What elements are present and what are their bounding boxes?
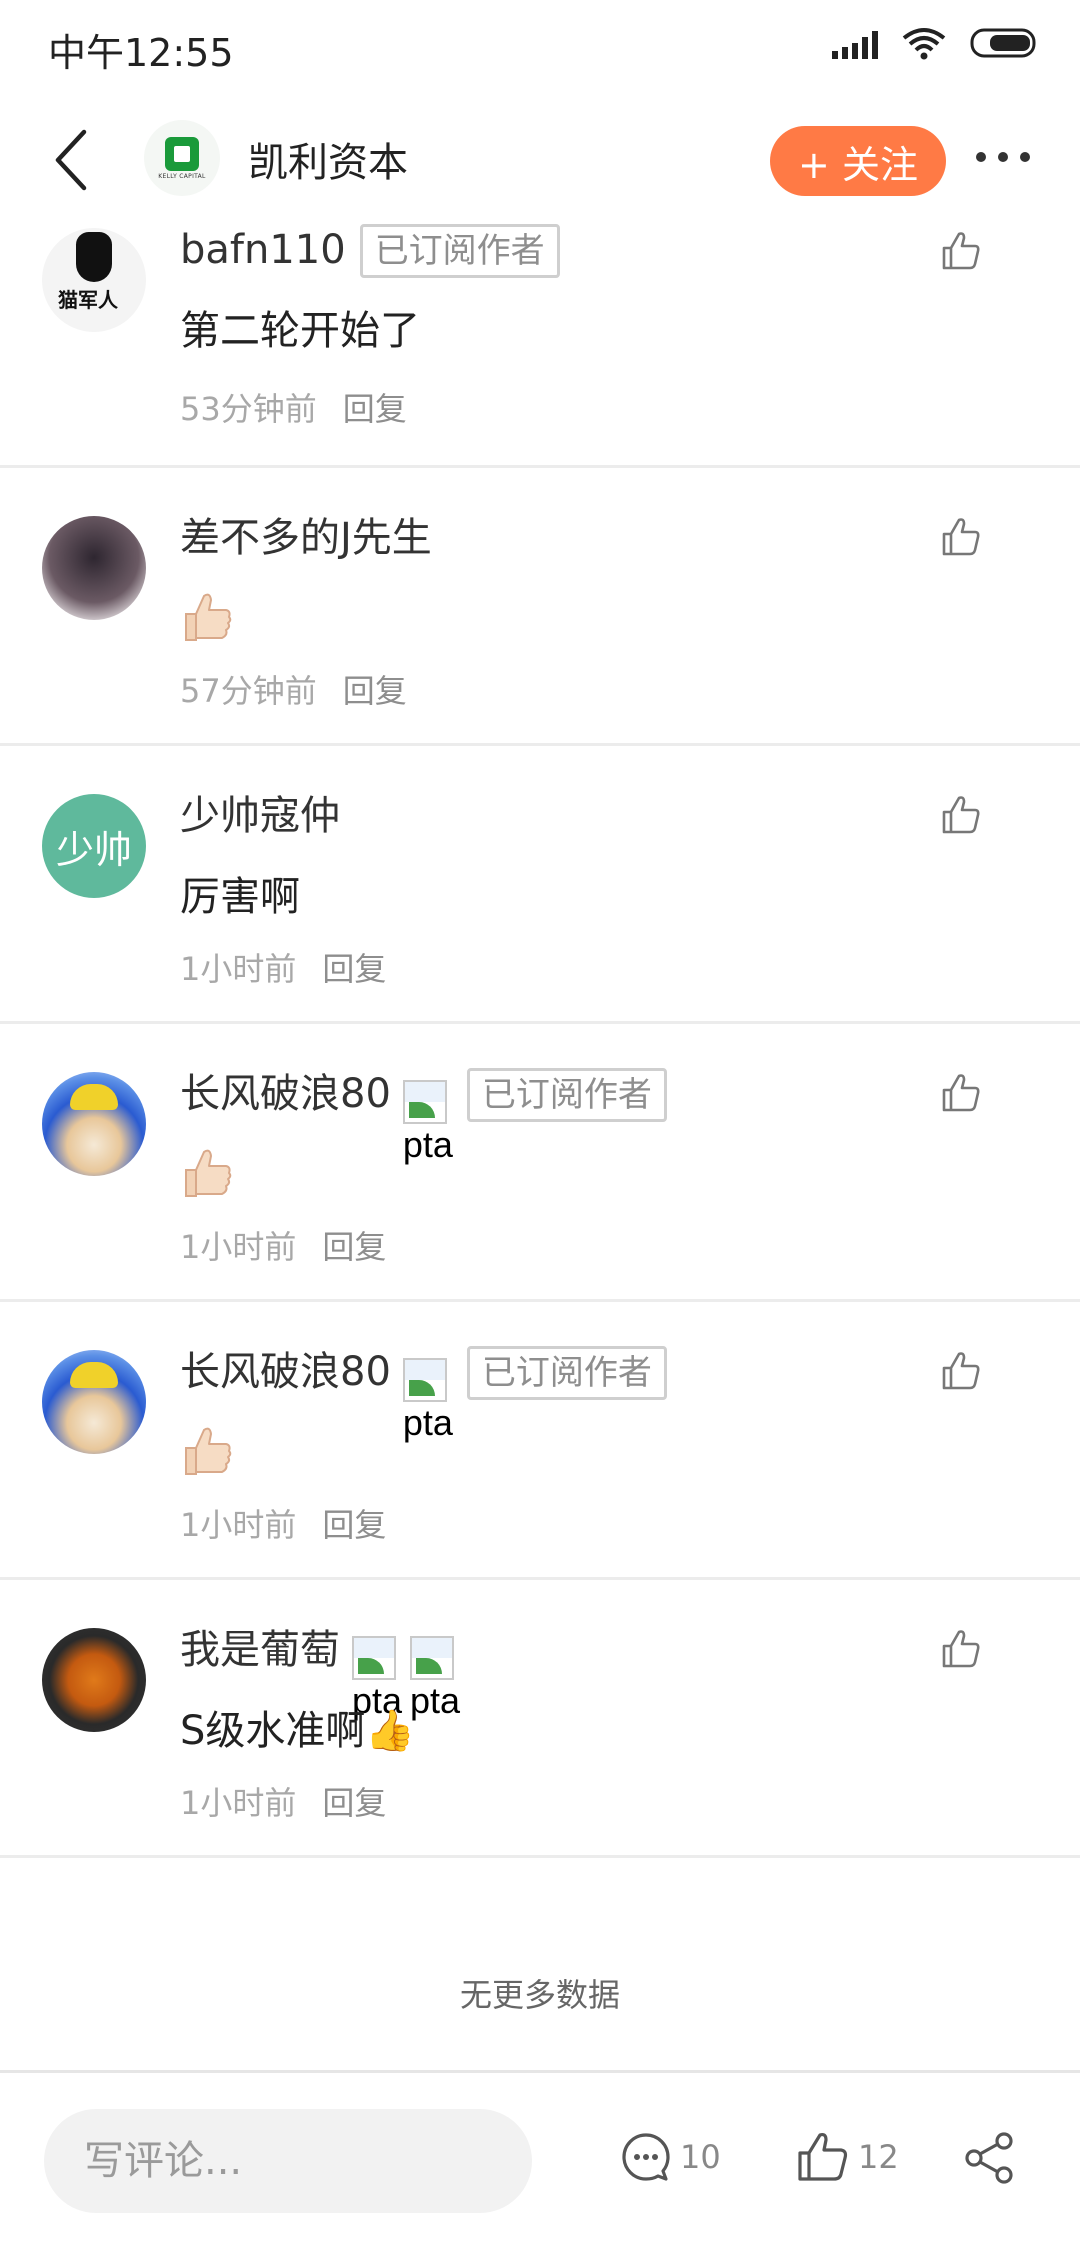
reply-button[interactable]: 回复 [343, 672, 407, 710]
reply-button[interactable]: 回复 [322, 1784, 386, 1822]
like-icon[interactable] [940, 516, 982, 558]
thumbs-up-emoji-icon [185, 593, 232, 641]
subscriber-tag: 已订阅作者 [466, 1346, 667, 1400]
dot-icon [1020, 152, 1030, 162]
like-button[interactable]: 12 [796, 2131, 899, 2183]
comment-text: 厉害啊 [180, 874, 300, 920]
commenter-name[interactable]: 长风破浪80 [180, 1066, 391, 1122]
dot-icon [998, 152, 1008, 162]
comment-header: bafn110 已订阅作者 [180, 222, 560, 278]
badge-alt-text: pta [402, 1402, 453, 1443]
bottom-action-bar: 写评论... 10 12 [0, 2073, 1080, 2248]
comment-header: 长风破浪80 pta 已订阅作者 [180, 1344, 667, 1443]
user-badge: pta [402, 1344, 453, 1443]
commenter-name[interactable]: bafn110 [180, 222, 346, 278]
broken-image-icon [410, 1636, 454, 1680]
subscriber-tag: 已订阅作者 [359, 224, 560, 278]
wifi-icon [902, 26, 946, 60]
comment-item: 差不多的J先生 57分钟前 回复 [0, 468, 1080, 746]
reply-button[interactable]: 回复 [322, 1506, 386, 1544]
comment-text: S级水准啊👍 [180, 1708, 416, 1754]
dot-icon [976, 152, 986, 162]
reply-button[interactable]: 回复 [322, 1228, 386, 1266]
comment-meta: 53分钟前 回复 [180, 384, 407, 430]
status-icons [832, 26, 1040, 60]
comment-meta: 1小时前 回复 [180, 1222, 386, 1268]
follow-button[interactable]: + 关注 [770, 126, 946, 196]
broken-image-icon [402, 1080, 447, 1124]
comments-button[interactable]: 10 [620, 2131, 721, 2183]
comment-time: 1小时前 [180, 1228, 297, 1266]
commenter-name[interactable]: 少帅寇仲 [180, 788, 340, 844]
commenter-name[interactable]: 我是葡萄 [180, 1622, 340, 1678]
comment-meta: 1小时前 回复 [180, 1500, 386, 1546]
comment-header: 差不多的J先生 [180, 510, 432, 566]
share-button[interactable] [962, 2131, 1016, 2185]
status-bar: 中午12:55 [0, 0, 1080, 92]
avatar[interactable] [42, 228, 146, 332]
thumbs-up-emoji-icon [185, 1149, 232, 1197]
avatar[interactable] [42, 1072, 146, 1176]
badge-alt-text: pta [410, 1680, 461, 1721]
share-icon [965, 2132, 1013, 2184]
page-title: 凯利资本 [248, 140, 408, 186]
thumbs-up-icon [798, 2132, 848, 2181]
comment-time: 1小时前 [180, 950, 297, 988]
like-icon[interactable] [940, 794, 982, 836]
battery-icon [970, 27, 1040, 59]
thumbs-up-emoji-icon [185, 1427, 232, 1475]
comment-time: 53分钟前 [180, 390, 317, 428]
user-badge: pta [402, 1066, 453, 1165]
comment-header: 长风破浪80 pta 已订阅作者 [180, 1066, 667, 1165]
comment-item: 少帅 少帅寇仲 厉害啊 1小时前 回复 [0, 746, 1080, 1024]
comment-item: bafn110 已订阅作者 第二轮开始了 53分钟前回复 [0, 224, 1080, 468]
reply-button[interactable]: 回复 [343, 390, 407, 428]
like-icon[interactable] [940, 230, 982, 272]
signal-icon [832, 27, 878, 59]
comment-header: 我是葡萄 pta pta [180, 1622, 460, 1721]
subscriber-tag: 已订阅作者 [466, 1068, 667, 1122]
broken-image-icon [352, 1636, 396, 1680]
comment-time: 1小时前 [180, 1784, 297, 1822]
logo-caption: KELLY CAPITAL [158, 172, 206, 180]
comment-meta: 1小时前 回复 [180, 1778, 386, 1824]
more-options-button[interactable] [976, 152, 1030, 162]
avatar[interactable] [42, 516, 146, 620]
comment-text: 第二轮开始了 [180, 308, 420, 354]
comment-item: 长风破浪80 pta 已订阅作者 1小时前 回复 [0, 1302, 1080, 1580]
reply-button[interactable]: 回复 [322, 950, 386, 988]
comment-item: 我是葡萄 pta pta S级水准啊👍 1小时前 回复 [0, 1580, 1080, 1858]
comment-time: 57分钟前 [180, 672, 317, 710]
avatar[interactable]: 少帅 [42, 794, 146, 898]
comment-item: 长风破浪80 pta 已订阅作者 1小时前 回复 [0, 1024, 1080, 1302]
badge-alt-text: pta [402, 1124, 453, 1165]
commenter-name[interactable]: 长风破浪80 [180, 1344, 391, 1400]
commenter-name[interactable]: 差不多的J先生 [180, 510, 432, 566]
comment-header: 少帅寇仲 [180, 788, 340, 844]
chevron-left-icon [55, 129, 87, 191]
like-count: 12 [858, 2138, 899, 2176]
comment-time: 1小时前 [180, 1506, 297, 1544]
comment-list: bafn110 已订阅作者 第二轮开始了 53分钟前回复 差不多的J先生 57分… [0, 224, 1080, 1858]
user-badge: pta [410, 1622, 460, 1721]
comment-bubble-icon [622, 2133, 670, 2181]
like-icon[interactable] [940, 1628, 982, 1670]
status-time: 中午12:55 [48, 31, 234, 75]
like-icon[interactable] [940, 1350, 982, 1392]
avatar[interactable] [42, 1628, 146, 1732]
no-more-data-label: 无更多数据 [459, 1976, 620, 2014]
comment-meta: 1小时前 回复 [180, 944, 386, 990]
account-logo[interactable]: KELLY CAPITAL [144, 120, 220, 196]
kelly-logo-icon [165, 136, 199, 171]
like-icon[interactable] [940, 1072, 982, 1114]
comment-count: 10 [680, 2138, 721, 2176]
avatar[interactable] [42, 1350, 146, 1454]
comment-meta: 57分钟前 回复 [180, 666, 407, 712]
broken-image-icon [402, 1358, 447, 1402]
header-bar: KELLY CAPITAL 凯利资本 + 关注 [0, 92, 1080, 228]
back-button[interactable] [46, 124, 106, 196]
comment-input[interactable]: 写评论... [44, 2109, 532, 2213]
